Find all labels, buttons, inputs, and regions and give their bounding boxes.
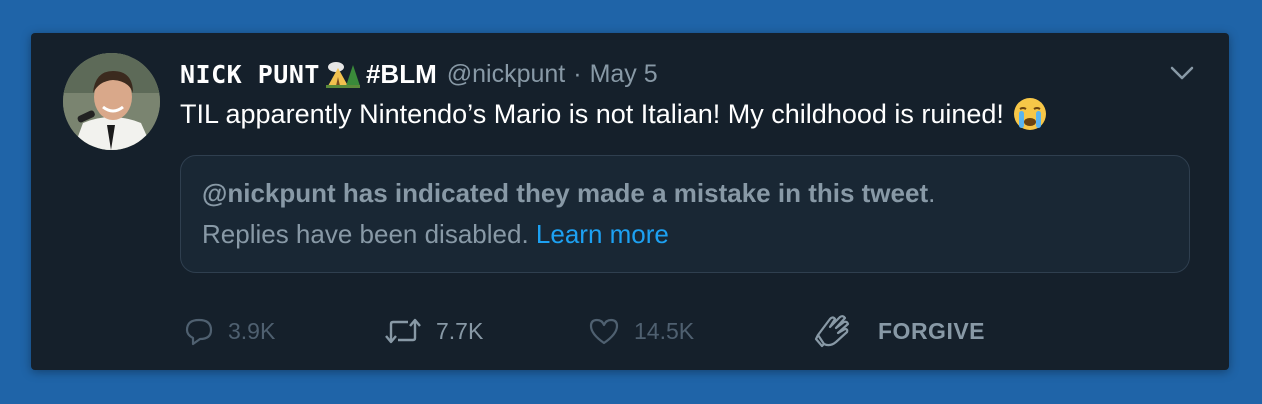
retweet-button[interactable]: 7.7K	[384, 313, 483, 349]
like-count: 14.5K	[634, 317, 695, 344]
learn-more-link[interactable]: Learn more	[536, 219, 669, 249]
notice-replies-line: Replies have been disabled. Learn more	[202, 219, 669, 250]
crying-face-icon	[1012, 96, 1048, 132]
praying-hands-icon	[814, 313, 852, 349]
avatar[interactable]	[63, 53, 160, 150]
tweet-text: TIL apparently Nintendo’s Mario is not I…	[180, 96, 1048, 132]
replies-disabled-text: Replies have been disabled.	[202, 219, 529, 249]
tweet-date[interactable]: May 5	[590, 60, 658, 89]
retweet-icon	[384, 316, 422, 346]
heart-icon	[588, 316, 620, 346]
notice-heading: @nickpunt has indicated they made a mist…	[202, 178, 935, 209]
retweet-count: 7.7K	[436, 317, 484, 344]
hashtag[interactable]: #BLM	[366, 59, 437, 90]
like-button[interactable]: 14.5K	[588, 313, 694, 349]
display-name[interactable]: NICK PUNT	[180, 60, 320, 89]
reply-icon	[184, 316, 214, 346]
tweet-header: NICK PUNT #BLM @nickpunt · May 5	[180, 59, 658, 89]
separator-dot: ·	[573, 59, 582, 88]
mistake-notice: @nickpunt has indicated they made a mist…	[180, 155, 1190, 273]
tweet-text-content: TIL apparently Nintendo’s Mario is not I…	[180, 98, 1004, 129]
forgive-button[interactable]: FORGIVE	[814, 313, 985, 349]
notice-period: .	[928, 178, 936, 208]
chevron-down-icon[interactable]	[1169, 63, 1195, 83]
reply-button[interactable]: 3.9K	[184, 313, 275, 349]
reply-count: 3.9K	[228, 317, 276, 344]
forgive-label: FORGIVE	[878, 317, 986, 344]
tweet-card: NICK PUNT #BLM @nickpunt · May 5 TIL app…	[31, 33, 1229, 370]
camping-tent-icon	[325, 59, 360, 89]
notice-bold-text: @nickpunt has indicated they made a mist…	[202, 178, 929, 208]
user-handle[interactable]: @nickpunt	[447, 60, 566, 89]
